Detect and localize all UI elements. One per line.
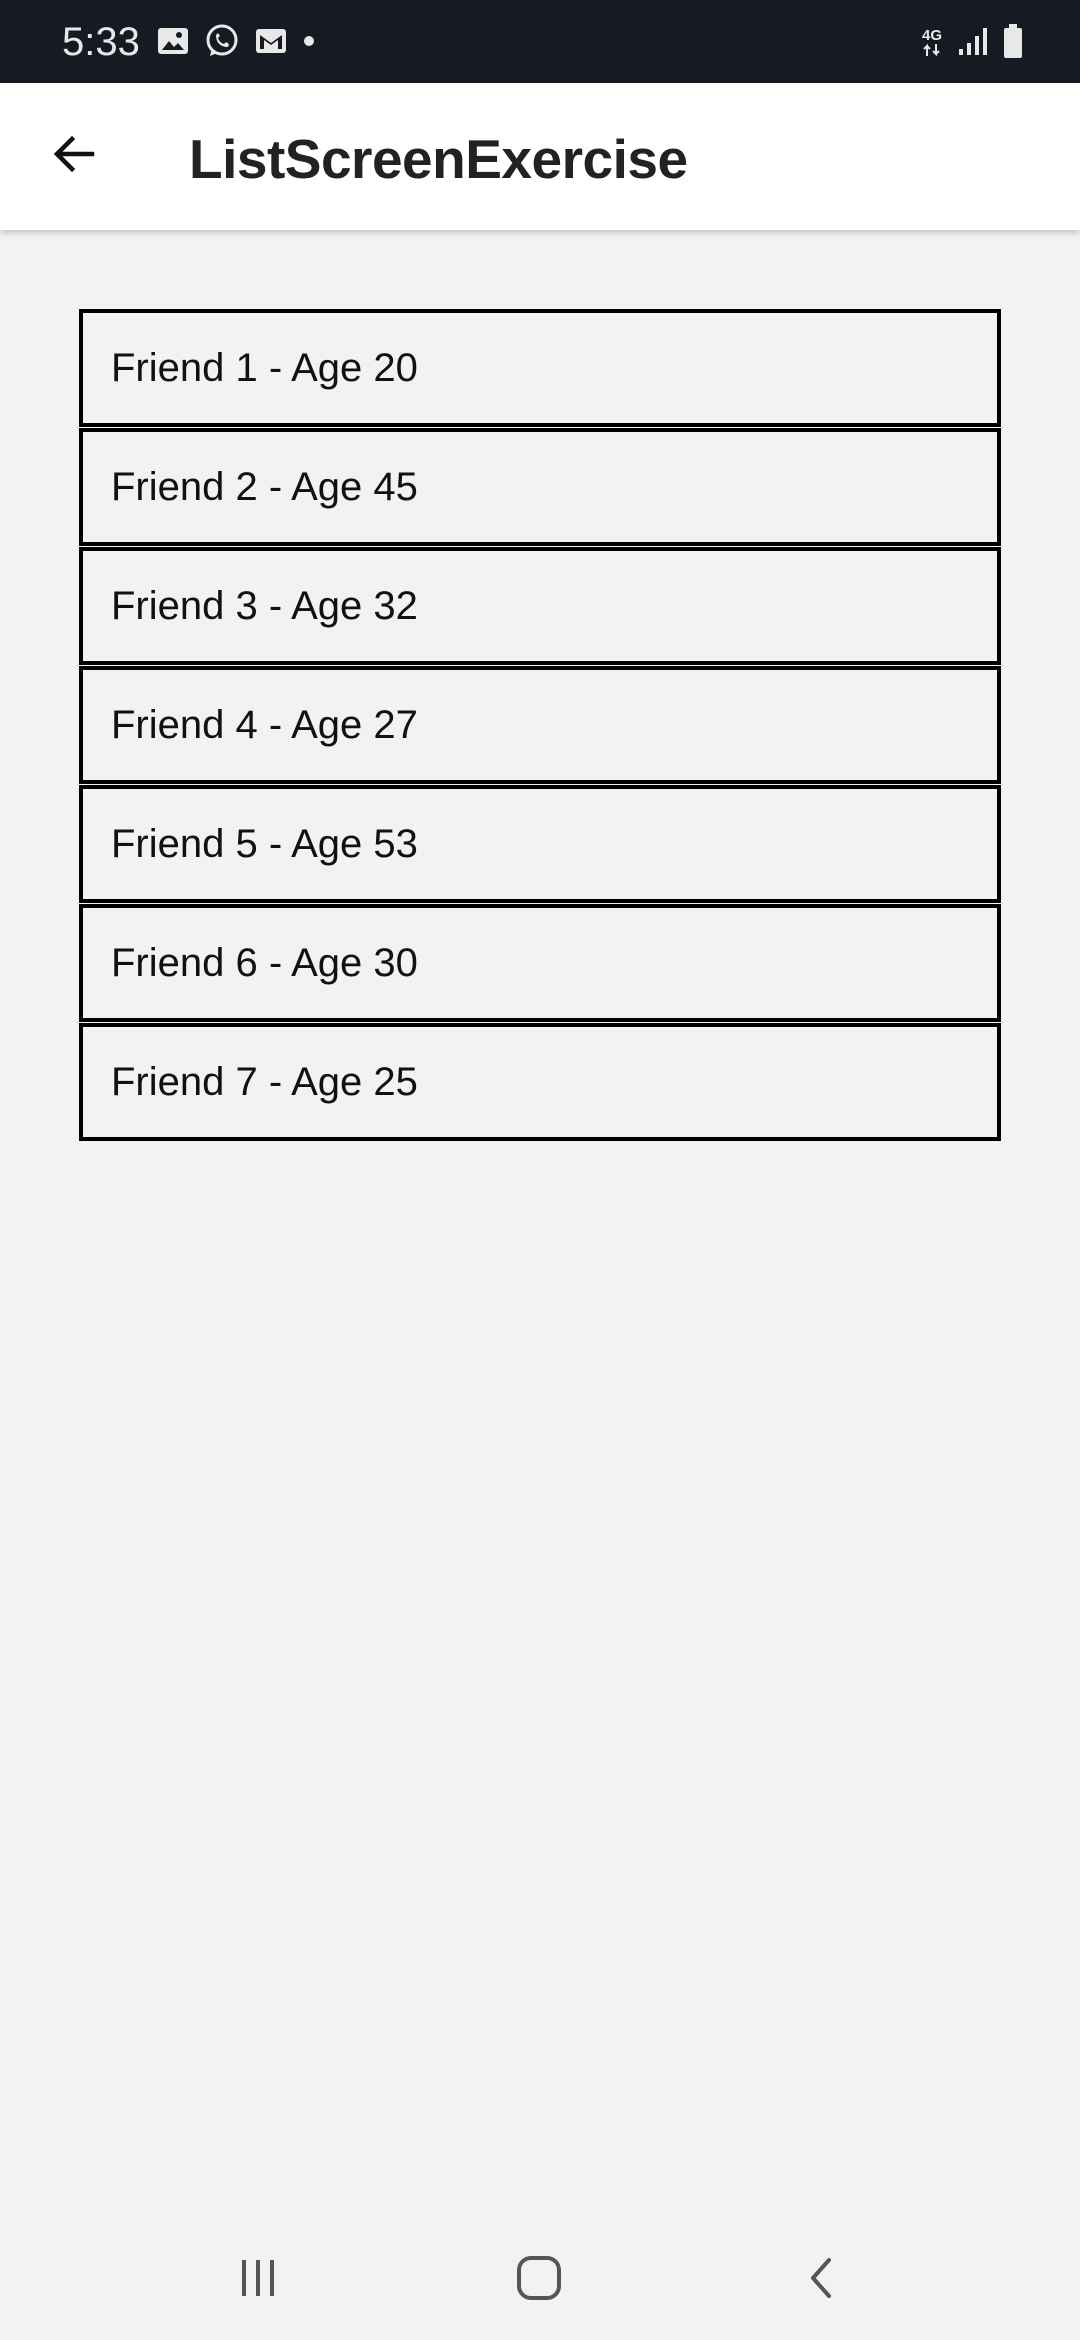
network-4g-icon: 4G: [922, 28, 942, 57]
friend-list-item[interactable]: Friend 6 - Age 30: [79, 904, 1001, 1022]
friend-list-item[interactable]: Friend 5 - Age 53: [79, 785, 1001, 903]
page-title: ListScreenExercise: [189, 128, 688, 190]
battery-icon: [1002, 23, 1024, 64]
app-bar: ListScreenExercise: [0, 83, 1080, 230]
friend-label: Friend 5 - Age 53: [111, 822, 418, 866]
friend-list-item[interactable]: Friend 3 - Age 32: [79, 547, 1001, 665]
friend-label: Friend 7 - Age 25: [111, 1060, 418, 1104]
friend-list-item[interactable]: Friend 2 - Age 45: [79, 428, 1001, 546]
arrow-left-icon: [50, 130, 98, 183]
friend-label: Friend 4 - Age 27: [111, 703, 418, 747]
friend-list: Friend 1 - Age 20 Friend 2 - Age 45 Frie…: [79, 309, 1001, 1142]
friend-list-item[interactable]: Friend 1 - Age 20: [79, 309, 1001, 427]
status-notification-icons: [156, 24, 316, 61]
notification-dot-icon: [302, 34, 316, 53]
friend-list-item[interactable]: Friend 7 - Age 25: [79, 1023, 1001, 1141]
home-icon: [515, 2254, 563, 2307]
status-time: 5:33: [62, 20, 140, 64]
recents-button[interactable]: [223, 2250, 293, 2310]
friend-list-item[interactable]: Friend 4 - Age 27: [79, 666, 1001, 784]
whatsapp-icon: [204, 23, 240, 64]
signal-icon: [956, 25, 988, 62]
friend-label: Friend 6 - Age 30: [111, 941, 418, 985]
status-bar: 5:33 4G: [0, 0, 1080, 83]
recents-icon: [236, 2256, 280, 2305]
home-button[interactable]: [504, 2250, 574, 2310]
back-icon: [799, 2254, 843, 2307]
friend-label: Friend 3 - Age 32: [111, 584, 418, 628]
friend-label: Friend 2 - Age 45: [111, 465, 418, 509]
nav-back-button[interactable]: [786, 2250, 856, 2310]
gmail-icon: [254, 27, 288, 60]
friend-label: Friend 1 - Age 20: [111, 346, 418, 390]
system-nav-bar: [0, 2220, 1080, 2340]
status-system-icons: 4G: [922, 23, 1024, 64]
image-icon: [156, 26, 190, 61]
back-button[interactable]: [38, 120, 110, 192]
